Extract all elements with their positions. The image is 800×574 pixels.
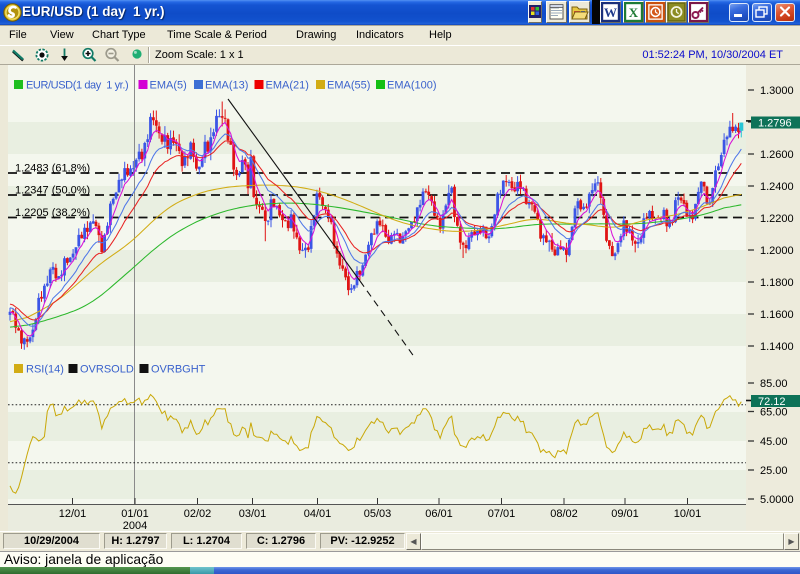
svg-text:W: W [604, 5, 617, 20]
svg-text:25.00: 25.00 [760, 465, 788, 477]
svg-text:08/02: 08/02 [550, 508, 578, 520]
svg-text:1.2796: 1.2796 [758, 118, 792, 130]
svg-text:1.2400: 1.2400 [760, 181, 794, 193]
svg-text:EMA(100): EMA(100) [387, 80, 437, 92]
svg-text:01/01: 01/01 [121, 508, 149, 520]
svg-text:85.00: 85.00 [760, 378, 788, 390]
svg-text:X: X [629, 5, 639, 20]
svg-text:EUR/USD(1 day 1 yr.): EUR/USD(1 day 1 yr.) [26, 80, 128, 92]
svg-text:65.00: 65.00 [760, 407, 788, 419]
svg-text:EMA(5): EMA(5) [150, 80, 187, 92]
svg-text:EMA(13): EMA(13) [205, 80, 248, 92]
svg-text:07/01: 07/01 [488, 508, 516, 520]
svg-text:1.2347 (50.0%): 1.2347 (50.0%) [15, 185, 90, 197]
svg-text:1.1800: 1.1800 [760, 277, 794, 289]
svg-text:03/01: 03/01 [239, 508, 267, 520]
svg-text:05/03: 05/03 [364, 508, 392, 520]
svg-text:1.2600: 1.2600 [760, 149, 794, 161]
svg-text:1.2483 (61.8%): 1.2483 (61.8%) [15, 163, 90, 175]
svg-text:1.2205 (38.2%): 1.2205 (38.2%) [15, 207, 90, 219]
svg-text:5.0000: 5.0000 [760, 494, 794, 506]
svg-text:09/01: 09/01 [611, 508, 639, 520]
svg-text:72.12: 72.12 [758, 396, 786, 408]
svg-text:OVRBGHT: OVRBGHT [151, 364, 206, 376]
svg-text:45.00: 45.00 [760, 436, 788, 448]
svg-text:RSI(14): RSI(14) [26, 364, 64, 376]
svg-text:EMA(55): EMA(55) [327, 80, 370, 92]
svg-text:04/01: 04/01 [304, 508, 332, 520]
svg-text:1.1400: 1.1400 [760, 341, 794, 353]
svg-text:02/02: 02/02 [184, 508, 212, 520]
svg-text:1.2200: 1.2200 [760, 213, 794, 225]
svg-text:06/01: 06/01 [425, 508, 453, 520]
svg-text:OVRSOLD: OVRSOLD [80, 364, 134, 376]
svg-text:10/01: 10/01 [674, 508, 702, 520]
svg-text:1.2000: 1.2000 [760, 245, 794, 257]
svg-text:EMA(21): EMA(21) [266, 80, 309, 92]
svg-text:12/01: 12/01 [59, 508, 87, 520]
svg-text:1.3000: 1.3000 [760, 85, 794, 97]
svg-text:1.1600: 1.1600 [760, 309, 794, 321]
